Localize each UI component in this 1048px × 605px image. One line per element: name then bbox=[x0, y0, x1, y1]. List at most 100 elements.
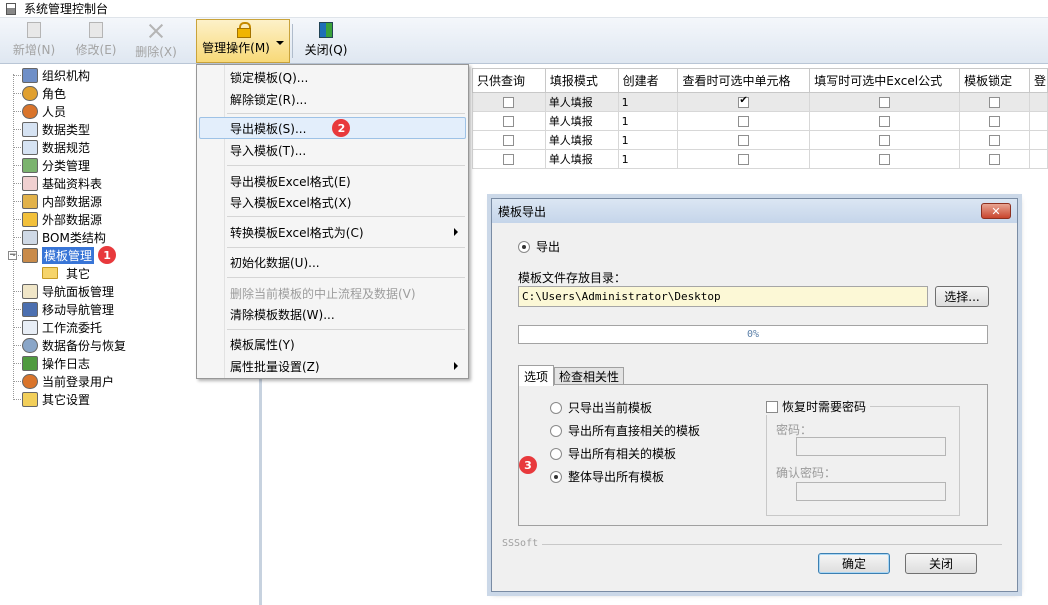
delete-button[interactable]: 删除(X) bbox=[132, 20, 180, 62]
password-required-checkbox[interactable]: 恢复时需要密码 bbox=[766, 398, 871, 415]
tree-item-bom[interactable]: BOM类结构 bbox=[13, 228, 106, 246]
tree-item-label: 模板管理 bbox=[42, 246, 95, 264]
option-export-all-related[interactable]: 导出所有相关的模板 bbox=[550, 445, 676, 462]
app-icon bbox=[6, 2, 16, 15]
window-titlebar: 系统管理控制台 bbox=[0, 0, 1048, 18]
tree-item-label: BOM类结构 bbox=[42, 230, 106, 245]
dialog-close-icon[interactable]: ✕ bbox=[981, 203, 1011, 219]
column-header[interactable]: 填报模式 bbox=[544, 68, 619, 93]
tree-item-current-user[interactable]: 当前登录用户 bbox=[13, 372, 115, 390]
column-header[interactable]: 创建者 bbox=[617, 68, 679, 93]
menu-item-clear-data[interactable]: 清除模板数据(W)... bbox=[230, 304, 335, 324]
query-only-checkbox[interactable] bbox=[503, 135, 515, 146]
confirm-password-field[interactable] bbox=[796, 482, 946, 501]
option-label: 整体导出所有模板 bbox=[568, 470, 665, 484]
tree-item-mobile-nav[interactable]: 移动导航管理 bbox=[13, 300, 115, 318]
column-header[interactable]: 查看时可选中单元格 bbox=[677, 68, 811, 93]
tree-item-role[interactable]: 角色 bbox=[13, 84, 67, 102]
step-badge-1: 1 bbox=[98, 246, 117, 264]
export-radio[interactable]: 导出 bbox=[518, 238, 560, 255]
tree-item-label: 角色 bbox=[42, 86, 67, 101]
menu-item-delete-aborted[interactable]: 删除当前模板的中止流程及数据(V) bbox=[230, 283, 416, 303]
tree-item-basetable[interactable]: 基础资料表 bbox=[13, 174, 102, 192]
option-export-direct-related[interactable]: 导出所有直接相关的模板 bbox=[550, 422, 700, 439]
ok-button[interactable]: 确定 bbox=[818, 553, 890, 574]
tree-item-other-folder[interactable]: 其它 bbox=[42, 264, 90, 282]
formula-select-checkbox[interactable] bbox=[879, 116, 891, 127]
tree-item-org[interactable]: 组织机构 bbox=[13, 66, 90, 84]
tree-item-datatype[interactable]: 数据类型 bbox=[13, 120, 90, 138]
tab-options[interactable]: 选项 bbox=[518, 365, 554, 386]
option-export-all[interactable]: 整体导出所有模板 bbox=[550, 468, 664, 485]
manage-operations-button[interactable]: 管理操作(M) bbox=[196, 19, 290, 63]
column-header[interactable]: 只供查询 bbox=[472, 68, 546, 93]
table-row[interactable]: 单人填报 1 bbox=[472, 130, 1048, 150]
menu-item-import-template[interactable]: 导入模板(T)... bbox=[230, 140, 306, 160]
query-only-checkbox[interactable] bbox=[503, 154, 515, 165]
template-lock-checkbox[interactable] bbox=[989, 97, 1001, 108]
column-header[interactable]: 登 bbox=[1028, 68, 1048, 93]
tree-item-internal-source[interactable]: 内部数据源 bbox=[13, 192, 102, 210]
query-only-checkbox[interactable] bbox=[503, 97, 515, 108]
menu-item-unlock[interactable]: 解除锁定(R)... bbox=[230, 89, 307, 109]
option-export-current[interactable]: 只导出当前模板 bbox=[550, 399, 652, 416]
menu-item-convert-excel[interactable]: 转换模板Excel格式为(C) bbox=[230, 222, 364, 242]
view-select-checkbox[interactable] bbox=[738, 135, 750, 146]
template-lock-checkbox[interactable] bbox=[989, 116, 1001, 127]
tree-item-workflow[interactable]: 工作流委托 bbox=[13, 318, 102, 336]
menu-item-lock-template[interactable]: 锁定模板(Q)... bbox=[230, 67, 308, 87]
tree-item-settings[interactable]: 其它设置 bbox=[13, 390, 90, 408]
submenu-arrow-icon bbox=[454, 228, 458, 236]
export-radio-label: 导出 bbox=[536, 240, 561, 254]
view-select-checkbox[interactable] bbox=[738, 95, 750, 108]
brand-label: SSSoft bbox=[502, 538, 539, 549]
dialog-close-button[interactable]: 关闭 bbox=[905, 553, 977, 574]
tree-item-label: 当前登录用户 bbox=[42, 374, 115, 389]
log-icon bbox=[22, 355, 38, 371]
view-select-checkbox[interactable] bbox=[738, 154, 750, 165]
tab-check-dependency[interactable]: 检查相关性 bbox=[554, 367, 624, 385]
tree-item-dataspec[interactable]: 数据规范 bbox=[13, 138, 90, 156]
nav-panel-icon bbox=[22, 283, 38, 299]
table-row[interactable]: 单人填报 1 bbox=[472, 111, 1048, 131]
menu-item-import-excel[interactable]: 导入模板Excel格式(X) bbox=[230, 192, 351, 212]
formula-select-checkbox[interactable] bbox=[879, 135, 891, 146]
column-header[interactable]: 填写时可选中Excel公式 bbox=[809, 68, 961, 93]
view-select-checkbox[interactable] bbox=[738, 116, 750, 127]
tree-item-external-source[interactable]: 外部数据源 bbox=[13, 210, 102, 228]
menu-item-export-excel[interactable]: 导出模板Excel格式(E) bbox=[230, 171, 351, 191]
template-lock-checkbox[interactable] bbox=[989, 135, 1001, 146]
password-field[interactable] bbox=[796, 437, 946, 456]
tree-item-backup[interactable]: 数据备份与恢复 bbox=[13, 336, 127, 354]
new-label: 新增(N) bbox=[12, 43, 56, 57]
radio-icon bbox=[550, 424, 562, 437]
tree-item-user[interactable]: 人员 bbox=[13, 102, 66, 120]
new-button[interactable]: 新增(N) bbox=[10, 20, 58, 62]
query-only-checkbox[interactable] bbox=[503, 116, 515, 127]
tree-item-nav-panel[interactable]: 导航面板管理 bbox=[13, 282, 114, 300]
menu-item-export-template[interactable]: 导出模板(S)... 2 bbox=[230, 118, 351, 138]
org-icon bbox=[22, 67, 38, 83]
choose-dir-button[interactable]: 选择... bbox=[935, 286, 989, 307]
close-button[interactable]: 关闭(Q) bbox=[302, 20, 350, 62]
tree-item-log[interactable]: 操作日志 bbox=[13, 354, 90, 372]
template-lock-checkbox[interactable] bbox=[989, 154, 1001, 165]
table-row[interactable]: 单人填报 1 bbox=[472, 149, 1048, 169]
dir-path-input[interactable]: C:\Users\Administrator\Desktop bbox=[518, 286, 928, 307]
menu-item-template-properties[interactable]: 模板属性(Y) bbox=[230, 334, 295, 354]
menu-item-batch-properties[interactable]: 属性批量设置(Z) bbox=[230, 356, 320, 376]
menu-item-init-data[interactable]: 初始化数据(U)... bbox=[230, 252, 320, 272]
formula-select-checkbox[interactable] bbox=[879, 154, 891, 165]
delete-label: 删除(X) bbox=[135, 45, 177, 59]
tree-item-label: 移动导航管理 bbox=[42, 302, 115, 317]
lock-icon bbox=[237, 22, 251, 38]
template-table: 只供查询 填报模式 创建者 查看时可选中单元格 填写时可选中Excel公式 模板… bbox=[472, 68, 1048, 169]
table-row[interactable]: 单人填报 1 bbox=[472, 92, 1048, 112]
tree-item-template-management[interactable]: 模板管理 1 bbox=[13, 246, 117, 264]
tree-item-label: 数据备份与恢复 bbox=[42, 338, 127, 353]
formula-select-checkbox[interactable] bbox=[879, 97, 891, 108]
column-header[interactable]: 模板锁定 bbox=[959, 68, 1030, 93]
tree-item-category[interactable]: 分类管理 bbox=[13, 156, 90, 174]
submenu-arrow-icon bbox=[454, 362, 458, 370]
edit-button[interactable]: 修改(E) bbox=[72, 20, 120, 62]
